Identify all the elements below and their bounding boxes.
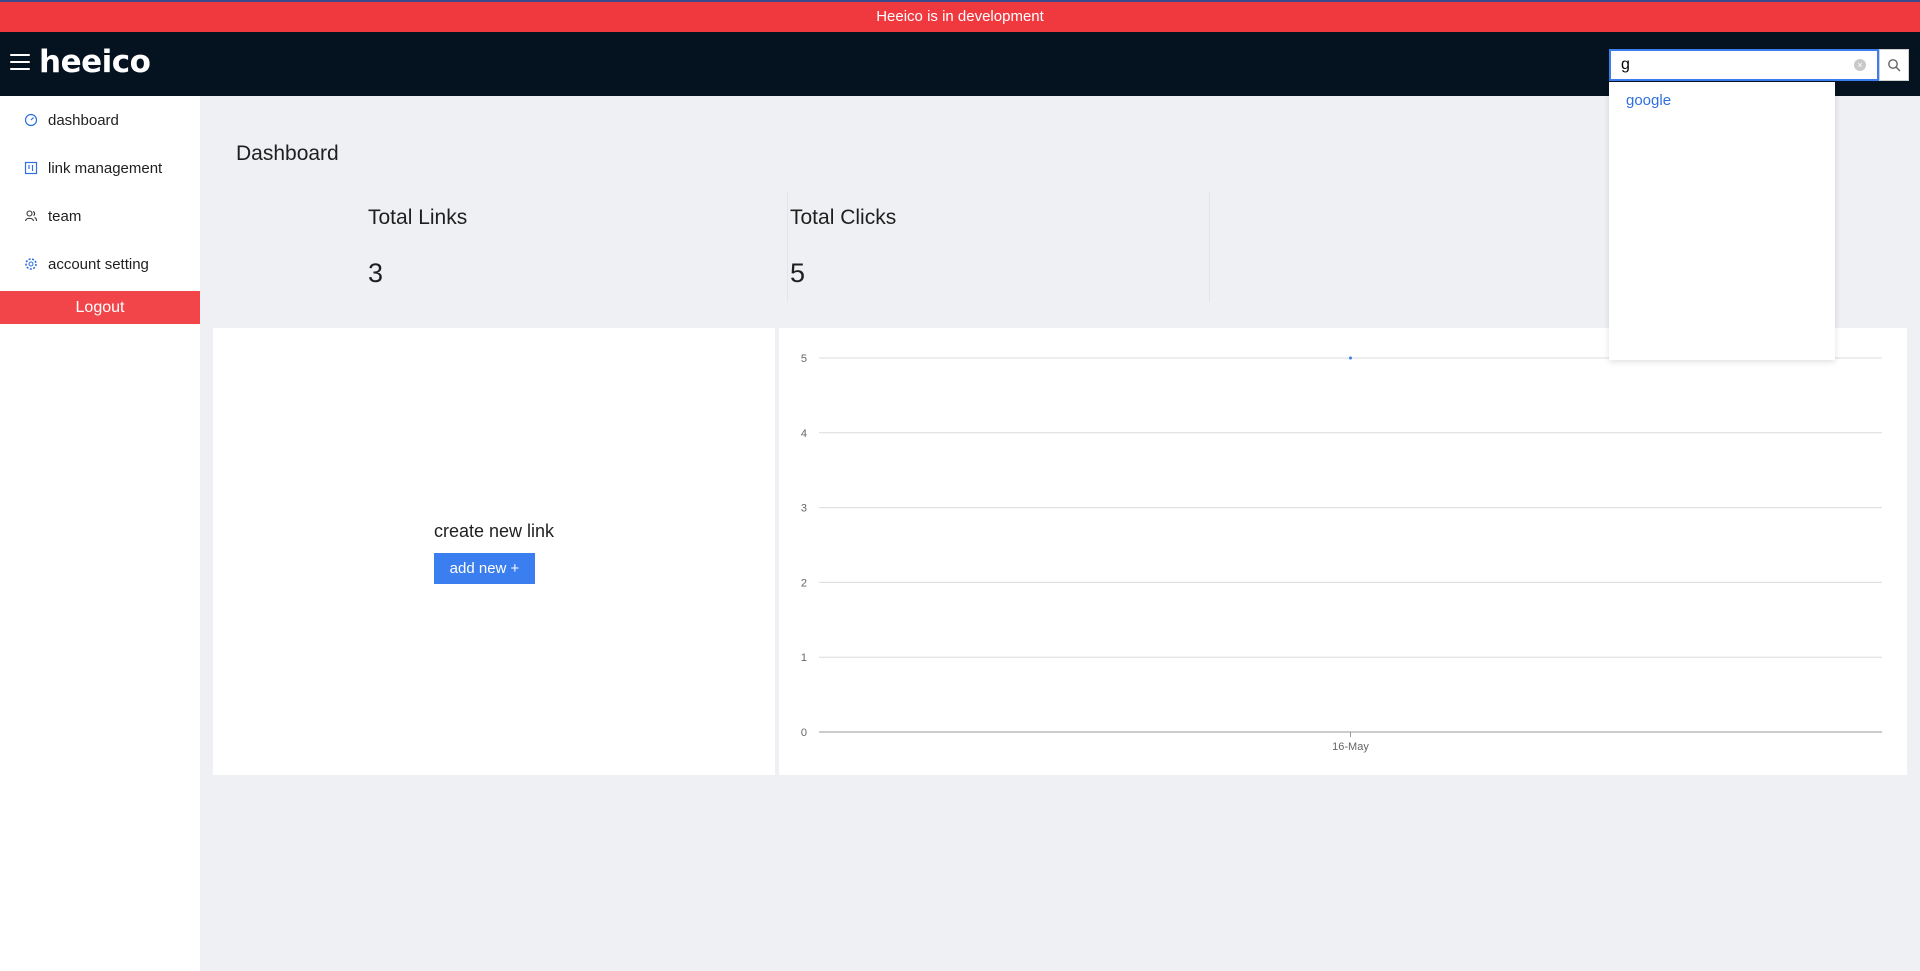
team-icon	[24, 209, 38, 223]
y-tick-label: 5	[801, 353, 807, 365]
suggestion-item[interactable]: google	[1626, 92, 1671, 109]
stat-value: 3	[368, 258, 384, 288]
create-link-panel: create new link add new +	[213, 328, 775, 775]
sidebar-item-team[interactable]: team	[0, 196, 200, 236]
add-new-button[interactable]: add new +	[434, 553, 535, 584]
dashboard-icon	[24, 113, 38, 127]
link-management-icon	[24, 161, 38, 175]
sidebar-item-dashboard[interactable]: dashboard	[0, 100, 200, 140]
development-banner: Heeico is in development	[0, 0, 1920, 32]
create-link-label: create new link	[434, 521, 555, 541]
y-tick-label: 2	[801, 577, 807, 589]
sidebar-item-label: dashboard	[48, 111, 119, 129]
search-input[interactable]	[1609, 49, 1879, 81]
clicks-chart: 0 1 2 3 4 5 16-May	[801, 353, 1882, 753]
stat-label: Total Clicks	[790, 206, 897, 229]
logout-button[interactable]: Logout	[0, 291, 200, 324]
hamburger-menu-icon[interactable]	[10, 54, 30, 72]
search-button[interactable]	[1879, 49, 1909, 81]
y-tick-label: 0	[801, 727, 807, 739]
search-bar: ×	[1609, 49, 1909, 81]
logo[interactable]: heeico	[39, 44, 151, 80]
page-title: Dashboard	[236, 142, 339, 165]
sidebar-item-label: team	[48, 207, 82, 225]
search-icon	[1888, 59, 1901, 72]
clicks-chart-panel: 0 1 2 3 4 5 16-May	[779, 328, 1907, 775]
x-tick-label: 16-May	[1332, 741, 1369, 753]
sidebar-item-account-setting[interactable]: account setting	[0, 244, 200, 284]
sidebar-item-label: link management	[48, 159, 163, 177]
y-tick-label: 3	[801, 503, 807, 515]
clear-search-icon[interactable]: ×	[1854, 59, 1866, 71]
stat-value: 5	[790, 258, 806, 288]
gear-icon	[24, 257, 38, 271]
sidebar-item-label: account setting	[48, 255, 149, 273]
search-suggestions-dropdown: google	[1609, 82, 1835, 360]
sidebar-item-link-management[interactable]: link management	[0, 148, 200, 188]
stat-label: Total Links	[368, 206, 468, 229]
y-tick-label: 1	[801, 652, 807, 664]
sidebar: dashboard link management team account s…	[0, 96, 200, 971]
stat-total-links: Total Links 3	[368, 192, 788, 302]
stat-total-clicks: Total Clicks 5	[790, 192, 1210, 302]
data-point	[1349, 356, 1352, 360]
y-tick-label: 4	[801, 428, 807, 440]
